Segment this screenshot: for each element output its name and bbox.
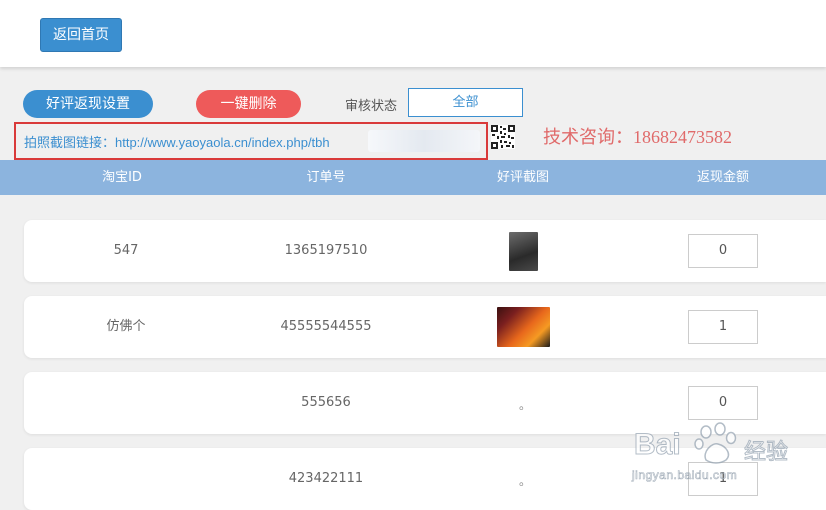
redacted-link-blur [368,130,480,152]
review-screenshot-thumbnail[interactable] [497,307,550,347]
home-button[interactable]: 返回首页 [40,18,122,52]
table-row: 547 1365197510 0 [24,220,826,282]
order-number-cell: 555656 [301,395,351,410]
rebate-settings-button[interactable]: 好评返现设置 [23,90,153,118]
review-status-select[interactable]: 全部 [408,88,523,117]
cashback-amount-input[interactable]: 1 [688,310,758,344]
table-row: 555656 。 0 [24,372,826,434]
tech-support-contact: 技术咨询：18682473582 [543,127,732,147]
cashback-amount-input[interactable]: 1 [688,462,758,496]
review-screenshot-placeholder: 。 [519,474,532,488]
cashback-amount-input[interactable]: 0 [688,386,758,420]
order-number-cell: 423422111 [288,471,364,486]
review-screenshot-placeholder: 。 [519,398,532,412]
screenshot-link-text[interactable]: 拍照截图链接：http://www.yaoyaola.cn/index.php/… [24,132,330,151]
order-number-cell: 45555544555 [280,319,372,334]
review-screenshot-thumbnail[interactable] [509,232,538,271]
order-number-cell: 1365197510 [284,243,368,258]
qr-code-icon [491,125,515,149]
table-row: 423422111 。 1 [24,448,826,510]
header-taobao-id: 淘宝ID [102,170,142,185]
table-row: 仿佛个 45555544555 1 [24,296,826,358]
taobao-id-cell: 仿佛个 [106,319,146,334]
controls-bar: 好评返现设置 一键删除 审核状态 全部 拍照截图链接：http://www.ya… [0,80,826,160]
header-cashback-amount: 返现金额 [696,170,749,185]
taobao-id-cell: 547 [113,243,139,258]
header-review-screenshot: 好评截图 [496,170,549,185]
header-order-number: 订单号 [306,170,346,185]
screenshot-link-highlight: 拍照截图链接：http://www.yaoyaola.cn/index.php/… [14,122,488,160]
delete-all-button[interactable]: 一键删除 [196,90,301,118]
review-status-label: 审核状态 [345,99,398,114]
top-bar: 返回首页 [0,0,826,67]
cashback-amount-input[interactable]: 0 [688,234,758,268]
table-header: 淘宝ID 订单号 好评截图 返现金额 [0,160,826,195]
